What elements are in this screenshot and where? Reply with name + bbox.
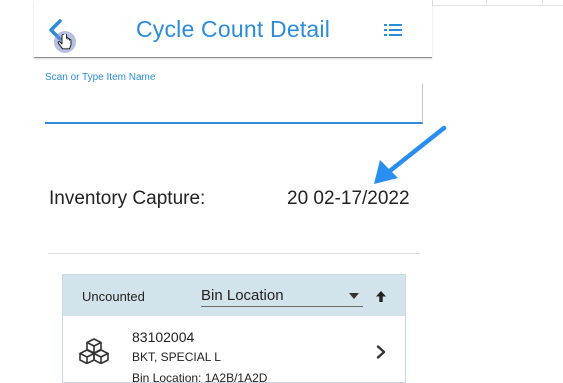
divider — [48, 253, 420, 254]
background-grid — [432, 0, 563, 6]
boxes-icon — [79, 338, 109, 364]
item-description: BKT, SPECIAL L — [132, 350, 221, 364]
inventory-capture-label: Inventory Capture: — [49, 188, 206, 209]
list-icon[interactable] — [384, 23, 402, 37]
dropdown-caret-icon — [349, 293, 359, 299]
count-status-label: Uncounted — [82, 289, 145, 304]
app-header: Cycle Count Detail — [34, 0, 432, 58]
arrow-up-icon[interactable] — [375, 290, 387, 303]
list-item[interactable]: 83102004 BKT, SPECIAL L Bin Location: 1A… — [63, 316, 405, 383]
scan-field-label: Scan or Type Item Name — [45, 72, 156, 83]
count-list: Uncounted Bin Location 83102004 BKT, SPE… — [62, 274, 406, 383]
item-bin-location: Bin Location: 1A2B/1A2D — [132, 371, 268, 383]
page-title: Cycle Count Detail — [135, 16, 331, 42]
sort-by-select[interactable]: Bin Location — [201, 285, 363, 307]
scan-item-input[interactable] — [45, 84, 423, 124]
annotation-arrow-icon — [374, 125, 447, 184]
list-header: Uncounted Bin Location — [63, 275, 405, 316]
chevron-right-icon — [376, 345, 386, 359]
sort-by-value: Bin Location — [201, 287, 284, 304]
item-number: 83102004 — [132, 329, 195, 345]
